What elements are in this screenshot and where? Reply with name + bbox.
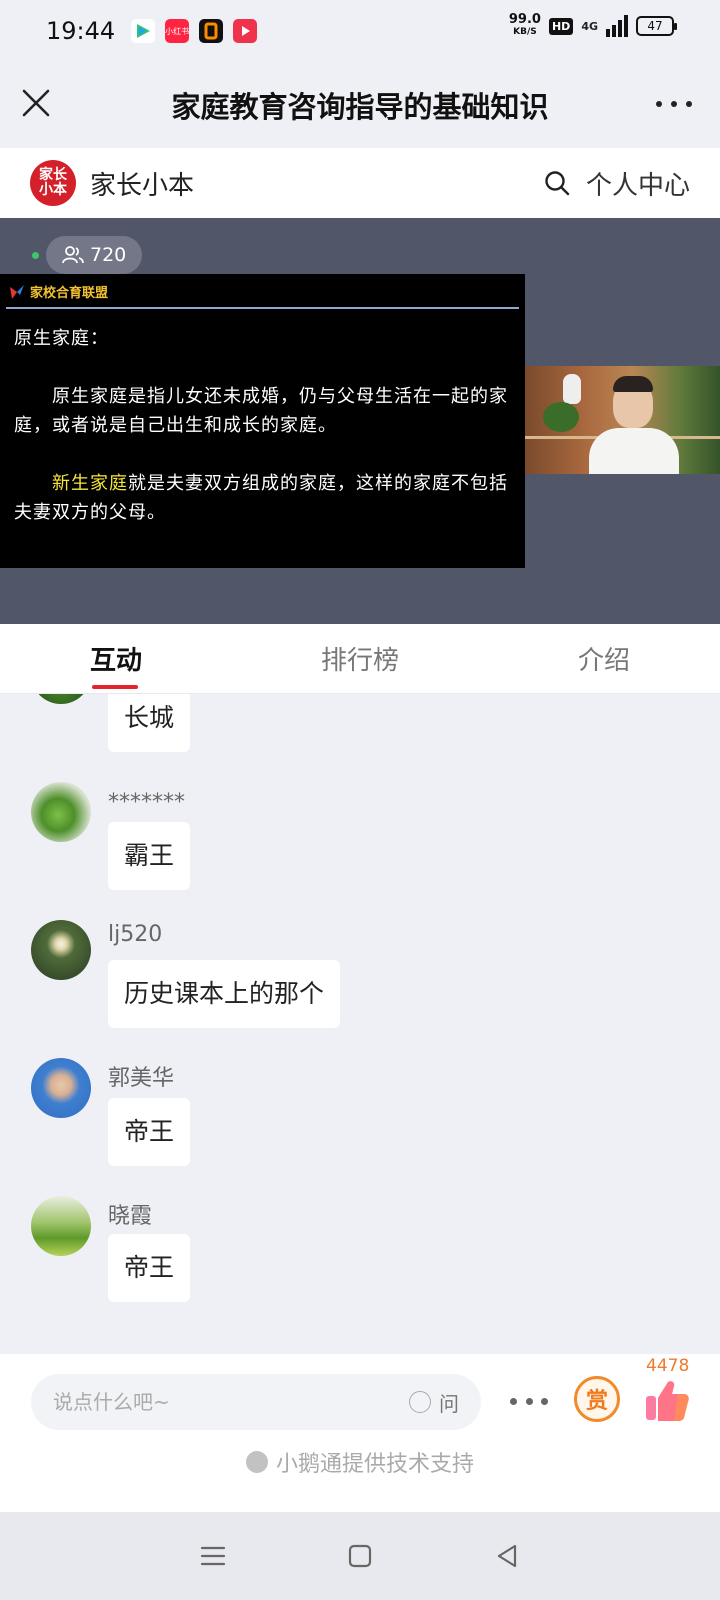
vase-decoration — [563, 374, 581, 404]
more-options-button[interactable] — [656, 92, 692, 116]
avatar[interactable] — [31, 1058, 91, 1118]
video-app-icon — [233, 19, 258, 43]
close-icon[interactable] — [20, 87, 52, 119]
username: ******* — [108, 790, 185, 815]
presenter-body — [589, 428, 679, 474]
org-logo-icon — [10, 284, 24, 299]
username: 晓霞 — [108, 1204, 153, 1229]
live-indicator-dot — [32, 252, 39, 259]
live-video-area[interactable]: 720 家校合育联盟 原生家庭： 原生家庭是指儿女还未成婚，仍与父母生活在一起的… — [0, 218, 720, 624]
net-speed: 99.0 KB/S — [508, 12, 541, 38]
plant-decoration — [543, 402, 579, 432]
avatar[interactable] — [31, 694, 91, 704]
tencent-video-icon — [131, 19, 156, 43]
reward-button[interactable]: 赏 — [574, 1376, 620, 1422]
brand-logo[interactable]: 家长 小本 — [30, 160, 76, 206]
comment-input[interactable] — [53, 1390, 409, 1414]
slide-divider — [6, 307, 519, 309]
slide-highlight: 新生家庭 — [52, 473, 128, 494]
tab-introduction[interactable]: 介绍 — [450, 624, 720, 693]
search-icon[interactable] — [544, 170, 570, 196]
avatar[interactable] — [31, 1196, 91, 1256]
username: 郭美华 — [108, 1066, 175, 1091]
presenter-hair — [613, 376, 653, 392]
menu-icon[interactable] — [198, 1541, 228, 1571]
presenter-video[interactable] — [525, 366, 720, 474]
viewer-count-badge: 720 — [46, 236, 143, 274]
comment-input-box[interactable]: 问 — [31, 1374, 481, 1430]
status-time: 19:44 — [46, 17, 116, 45]
xiaoe-logo-icon — [245, 1451, 268, 1473]
dot — [541, 1397, 548, 1405]
username: lj520 — [108, 922, 163, 947]
more-dot — [671, 101, 677, 107]
avatar[interactable] — [31, 782, 91, 842]
comment-bar: 问 赏 4478 小鹅通提供技术支持 — [0, 1354, 720, 1512]
network-type: 4G — [581, 19, 598, 33]
slide-org-label: 家校合育联盟 — [8, 282, 108, 301]
battery-icon: 47 — [636, 16, 677, 36]
question-label: 问 — [439, 1391, 459, 1416]
tab-leaderboard[interactable]: 排行榜 — [270, 624, 450, 693]
thumbs-up-icon[interactable] — [644, 1376, 690, 1424]
status-indicators: 99.0 KB/S HD 4G 47 — [508, 12, 677, 38]
net-speed-unit: KB/S — [513, 27, 537, 37]
avatar[interactable] — [31, 920, 91, 980]
hd-icon: HD — [548, 17, 574, 35]
powered-by: 小鹅通提供技术支持 — [0, 1446, 720, 1478]
dot — [510, 1397, 517, 1405]
brand-name[interactable]: 家长小本 — [90, 165, 194, 202]
powered-by-text: 小鹅通提供技术支持 — [275, 1452, 474, 1477]
content-tabs: 互动 排行榜 介绍 — [0, 624, 720, 694]
more-dot — [656, 101, 662, 107]
slide-paragraph-1: 原生家庭是指儿女还未成婚，仍与父母生活在一起的家庭，或者说是自己出生和成长的家庭… — [14, 386, 508, 436]
like-count: 4478 — [646, 1356, 690, 1376]
message-bubble[interactable]: 长城 — [108, 694, 191, 752]
users-icon — [62, 246, 84, 264]
net-speed-value: 99.0 — [508, 12, 541, 27]
header-actions: 个人中心 — [544, 165, 690, 202]
user-center-link[interactable]: 个人中心 — [586, 165, 690, 202]
home-icon[interactable] — [345, 1541, 375, 1571]
back-icon[interactable] — [492, 1541, 522, 1571]
slide-text: 原生家庭： 原生家庭是指儿女还未成婚，仍与父母生活在一起的家庭，或者说是自己出生… — [14, 324, 514, 527]
xiaohongshu-icon: 小红书 — [165, 19, 190, 43]
app-icon-orange — [199, 19, 224, 43]
question-radio[interactable] — [409, 1391, 431, 1413]
question-toggle[interactable]: 问 — [409, 1388, 459, 1417]
viewer-count: 720 — [90, 244, 127, 266]
site-header: 家长 小本 家长小本 个人中心 — [0, 148, 720, 218]
slide-org-name: 家校合育联盟 — [30, 286, 109, 301]
more-actions-button[interactable] — [510, 1394, 548, 1408]
message-bubble[interactable]: 历史课本上的那个 — [108, 960, 341, 1028]
page-title: 家庭教育咨询指导的基础知识 — [171, 90, 549, 124]
tab-interaction[interactable]: 互动 — [0, 624, 270, 693]
more-dot — [686, 101, 692, 107]
slide-paragraph-2: 新生家庭就是夫妻双方组成的家庭，这样的家庭不包括夫妻双方的父母。 — [14, 469, 514, 527]
chat-list[interactable]: 长城 ******* 霸王 lj520 历史课本上的那个 郭美华 帝王 晓霞 帝… — [0, 694, 720, 1354]
dot — [525, 1397, 533, 1405]
message-bubble[interactable]: 帝王 — [108, 1098, 191, 1166]
message-bubble[interactable]: 霸王 — [108, 822, 191, 890]
notification-app-icons: 小红书 — [131, 19, 258, 43]
system-nav-bar — [0, 1512, 720, 1600]
slide-heading: 原生家庭： — [14, 328, 109, 349]
status-bar: 19:44 小红书 99.0 KB/S HD 4G 47 — [0, 0, 720, 62]
signal-icon — [606, 15, 628, 37]
message-bubble[interactable]: 帝王 — [108, 1234, 191, 1302]
title-bar: 家庭教育咨询指导的基础知识 — [0, 62, 720, 148]
presentation-slide: 家校合育联盟 原生家庭： 原生家庭是指儿女还未成婚，仍与父母生活在一起的家庭，或… — [0, 274, 525, 568]
